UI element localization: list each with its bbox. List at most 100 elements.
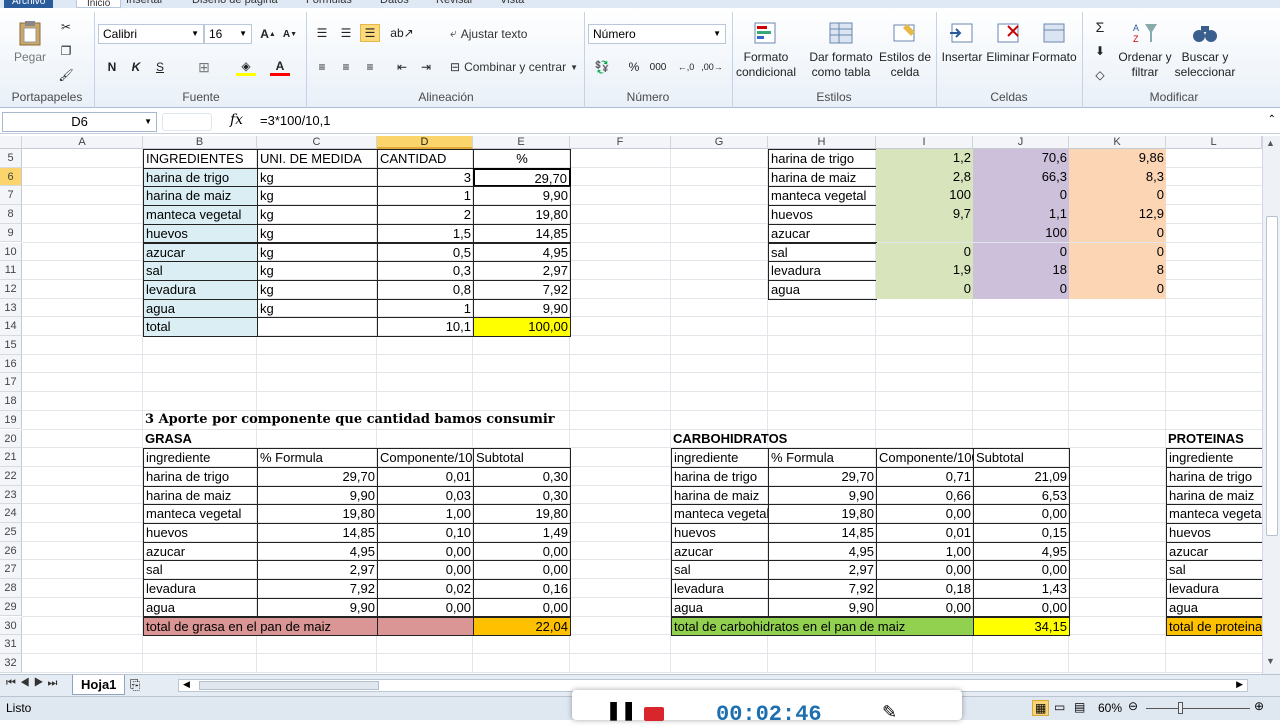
composition-ingredient[interactable]: levadura [768,261,877,281]
new-sheet-icon[interactable]: ⎘ [130,677,140,693]
border-icon[interactable]: ⊞ [194,58,214,76]
carbs-header[interactable]: % Formula [768,448,877,468]
insert-cells-button[interactable]: Insertar [940,20,984,65]
bold-button[interactable]: N [102,58,122,76]
increase-indent-icon[interactable]: ⇥ [416,58,436,76]
grasa-cell[interactable]: 0,00 [377,597,474,618]
zoom-in-icon[interactable]: ⊕ [1254,699,1264,713]
carbs-cell[interactable]: 7,92 [768,579,877,599]
composition-value[interactable] [876,223,973,243]
grasa-cell[interactable]: 1,49 [473,523,571,543]
composition-value[interactable]: 8,3 [1069,167,1166,187]
fill-color-icon[interactable]: ◈ [236,58,256,76]
grasa-cell[interactable]: 9,90 [257,485,378,506]
align-right-icon[interactable]: ≡ [360,58,380,76]
align-center-icon[interactable]: ≡ [336,58,356,76]
row-header-32[interactable]: 32 [0,653,22,673]
proteins-title[interactable]: PROTEINAS [1166,430,1246,449]
carbs-cell[interactable]: 0,71 [876,466,974,487]
number-format-select[interactable]: Número ▼ [588,24,726,44]
stop-icon[interactable] [644,707,664,721]
shrink-font-icon[interactable]: A ▼ [280,25,300,43]
font-name-select[interactable]: Calibri ▼ [98,24,204,44]
proteins-header[interactable]: ingrediente [1166,448,1262,468]
row-header-31[interactable]: 31 [0,635,22,654]
carbs-total-label[interactable]: total de carbohidratos en el pan de maiz [671,616,974,637]
row-header-6[interactable]: 6 [0,167,22,187]
proteins-cell[interactable]: harina de trigo [1166,466,1262,487]
composition-value[interactable]: 100 [973,223,1069,243]
proteins-cell[interactable]: huevos [1166,523,1262,543]
carbs-cell[interactable]: azucar [671,541,769,562]
carbs-cell[interactable]: 0,00 [876,560,974,581]
grasa-header[interactable]: % Formula [257,448,378,468]
carbs-cell[interactable]: 0,66 [876,485,974,506]
column-header-e[interactable]: E [473,136,570,149]
composition-ingredient[interactable]: sal [768,242,877,263]
carbs-cell[interactable]: 2,97 [768,560,877,581]
composition-value[interactable]: 100 [876,186,973,206]
composition-ingredient[interactable]: agua [768,279,877,300]
expand-formula-icon[interactable]: ⌃ [1268,114,1276,125]
ingredients-header[interactable]: CANTIDAD [377,149,474,169]
scrollbar-thumb[interactable] [1266,216,1278,536]
grasa-cell[interactable]: 14,85 [257,523,378,543]
ingredient-value[interactable]: 3 [377,167,474,188]
autosum-button[interactable]: Σ [1090,18,1110,36]
composition-value[interactable]: 8 [1069,261,1166,280]
composition-value[interactable]: 2,8 [876,167,973,187]
grasa-title[interactable]: GRASA [143,430,377,449]
row-header-27[interactable]: 27 [0,560,22,580]
column-header-f[interactable]: F [570,136,671,149]
insert-function-button[interactable]: fx [230,112,243,128]
formula-input[interactable]: =3*100/10,1 [260,113,330,128]
section-title[interactable]: 3 Aporte por componente que cantidad bam… [143,411,671,430]
carbs-header[interactable]: Subtotal [973,448,1070,468]
grasa-cell[interactable]: 0,01 [377,466,474,487]
proteins-total-label[interactable]: total de proteinas en el pan de m [1166,616,1262,637]
grasa-cell[interactable]: manteca vegetal [143,504,258,524]
ingredient-value[interactable]: 4,95 [473,242,571,263]
carbs-cell[interactable]: 14,85 [768,523,877,543]
row-header-15[interactable]: 15 [0,336,22,355]
grasa-cell[interactable]: 9,90 [257,597,378,618]
composition-value[interactable]: 9,7 [876,205,973,224]
italic-button[interactable]: K [126,58,146,76]
carbs-cell[interactable]: 0,18 [876,579,974,599]
row-header-5[interactable]: 5 [0,149,22,168]
composition-value[interactable]: 0 [1069,186,1166,206]
align-middle-icon[interactable]: ☰ [336,24,356,42]
grasa-cell[interactable]: 0,00 [377,541,474,562]
carbs-cell[interactable]: sal [671,560,769,581]
row-header-11[interactable]: 11 [0,261,22,280]
currency-icon[interactable]: 💱 [592,58,612,76]
carbs-cell[interactable]: 0,01 [876,523,974,543]
composition-value[interactable]: 0 [1069,223,1166,243]
cut-icon[interactable]: ✂ [56,18,76,36]
row-header-25[interactable]: 25 [0,523,22,542]
grasa-cell[interactable]: huevos [143,523,258,543]
ingredient-value[interactable]: kg [257,298,378,319]
column-header-a[interactable]: A [22,136,143,149]
orientation-icon[interactable]: ab↗ [390,24,413,42]
column-header-h[interactable]: H [768,136,876,149]
row-header-30[interactable]: 30 [0,616,22,636]
grasa-cell[interactable]: 0,02 [377,579,474,599]
select-all-corner[interactable] [0,136,22,149]
format-painter-icon[interactable]: 🖌 [56,66,76,84]
grow-font-icon[interactable]: A ▲ [258,25,278,43]
carbs-cell[interactable]: 0,00 [876,597,974,618]
ingredient-value[interactable]: kg [257,261,378,281]
carbs-cell[interactable]: 4,95 [768,541,877,562]
row-header-16[interactable]: 16 [0,354,22,374]
tab-revisar[interactable]: Revisar [436,0,473,6]
carbs-cell[interactable]: 21,09 [973,466,1070,487]
align-bottom-icon[interactable]: ☰ [360,24,380,42]
grasa-total-empty[interactable] [377,616,474,637]
paste-button[interactable]: Pegar [10,20,50,65]
grasa-cell[interactable]: 2,97 [257,560,378,581]
ingredient-name[interactable]: harina de trigo [143,167,258,188]
carbs-cell[interactable]: 0,15 [973,523,1070,543]
align-top-icon[interactable]: ☰ [312,24,332,42]
row-header-20[interactable]: 20 [0,429,22,449]
